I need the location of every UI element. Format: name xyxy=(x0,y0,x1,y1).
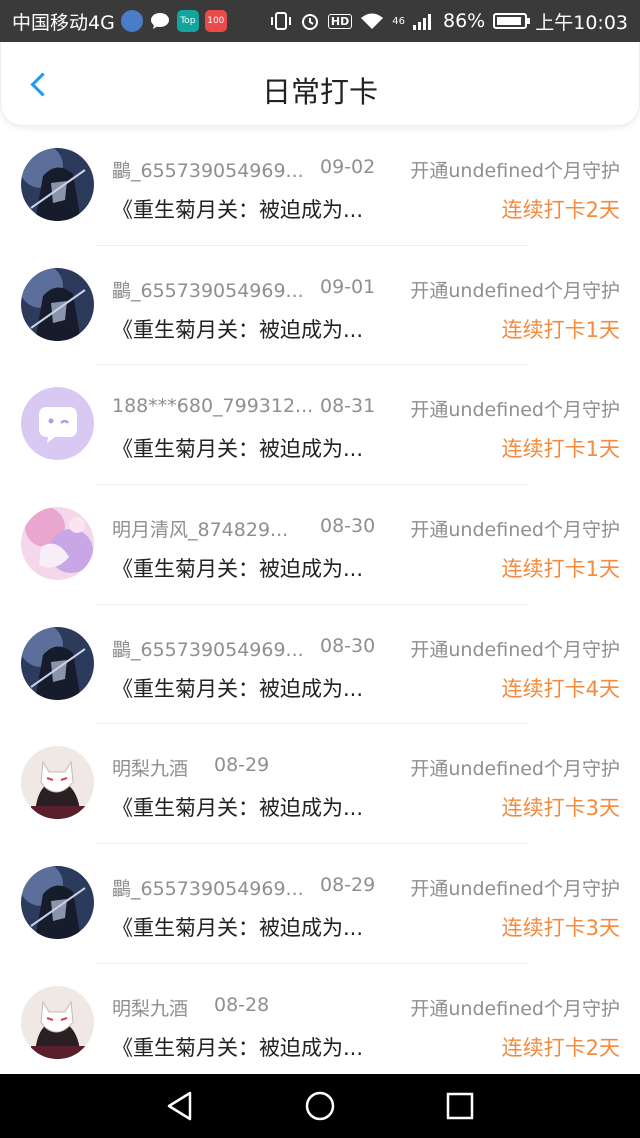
checkin-date: 08-30 xyxy=(320,634,376,657)
guard-status: 开通undefined个月守护 xyxy=(410,519,620,542)
nav-back-button[interactable] xyxy=(157,1083,203,1129)
list-item[interactable]: 明梨九酒 08-29 开通undefined个月守护 《重生菊月关：被迫成为..… xyxy=(0,724,640,845)
dark-anime-avatar[interactable] xyxy=(21,148,94,221)
hd-badge: HD xyxy=(327,13,353,29)
checkin-date: 08-29 xyxy=(214,754,270,777)
guard-status: 开通undefined个月守护 xyxy=(410,160,620,182)
network-type: 46 xyxy=(392,15,405,27)
carrier-label: 中国移动4G xyxy=(12,11,115,34)
page-title: 日常打卡 xyxy=(261,75,378,109)
user-name: 明月清风_874829... xyxy=(112,519,289,542)
book-title[interactable]: 《重生菊月关：被迫成为... xyxy=(112,1032,363,1062)
square-recents-icon xyxy=(446,1092,474,1120)
user-name: 鸓_655739054969... xyxy=(112,279,304,302)
signal-icon xyxy=(413,14,431,30)
circle-home-icon xyxy=(305,1091,335,1121)
nav-recents-button[interactable] xyxy=(437,1083,483,1129)
list-item[interactable]: 明梨九酒 08-28 开通undefined个月守护 《重生菊月关：被迫成为..… xyxy=(0,964,640,1074)
pink-anime-avatar[interactable] xyxy=(21,507,94,581)
wifi-icon xyxy=(361,13,384,29)
app-header: 日常打卡 xyxy=(0,42,640,126)
user-name: 鸓_655739054969... xyxy=(112,160,304,182)
book-title[interactable]: 《重生菊月关：被迫成为... xyxy=(112,912,363,942)
system-nav-bar xyxy=(0,1074,640,1138)
book-title[interactable]: 《重生菊月关：被迫成为... xyxy=(112,673,363,703)
checkin-list[interactable]: 鸓_655739054969... 09-02 开通undefined个月守护 … xyxy=(0,126,640,1074)
guard-status: 开通undefined个月守护 xyxy=(410,758,620,781)
book-title[interactable]: 《重生菊月关：被迫成为... xyxy=(112,553,363,583)
guard-status: 开通undefined个月守护 xyxy=(410,878,620,901)
book-title[interactable]: 《重生菊月关：被迫成为... xyxy=(112,194,363,224)
battery-percent: 86% xyxy=(443,10,486,32)
list-item[interactable]: 鸓_655739054969... 09-02 开通undefined个月守护 … xyxy=(0,126,640,246)
streak-label: 连续打卡2天 xyxy=(501,198,620,222)
browser-icon xyxy=(120,10,143,32)
book-title[interactable]: 《重生菊月关：被迫成为... xyxy=(112,792,363,822)
user-name: 188***680_799312... xyxy=(112,395,314,418)
status-left: 中国移动4G Top 100 xyxy=(12,8,227,35)
alarm-icon xyxy=(301,14,318,30)
checkin-date: 08-29 xyxy=(320,874,376,897)
user-name: 鸓_655739054969... xyxy=(112,638,304,661)
checkin-date: 09-02 xyxy=(320,156,376,178)
user-name: 明梨九酒 xyxy=(112,997,189,1020)
dark-anime-avatar[interactable] xyxy=(21,267,94,341)
checkin-date: 08-31 xyxy=(320,395,376,418)
fox-mask-avatar[interactable] xyxy=(21,985,94,1059)
top-app-icon: Top xyxy=(176,10,199,32)
status-right: HD 46 86% 上午10:03 xyxy=(270,8,628,35)
checkin-date: 09-01 xyxy=(320,275,376,298)
list-item[interactable]: 鸓_655739054969... 09-01 开通undefined个月守护 … xyxy=(0,246,640,366)
streak-label: 连续打卡2天 xyxy=(501,1035,620,1060)
dark-anime-avatar[interactable] xyxy=(21,626,94,700)
guard-status: 开通undefined个月守护 xyxy=(410,638,620,661)
streak-label: 连续打卡1天 xyxy=(501,317,620,342)
fox-mask-avatar[interactable] xyxy=(21,746,94,820)
chat-icon xyxy=(149,10,171,32)
list-item[interactable]: 鸓_655739054969... 08-29 开通undefined个月守护 … xyxy=(0,844,640,964)
battery-icon xyxy=(493,13,531,29)
chat-bubble-avatar[interactable] xyxy=(21,387,94,461)
guard-status: 开通undefined个月守护 xyxy=(410,997,620,1020)
user-name: 明梨九酒 xyxy=(112,758,189,781)
vibrate-icon xyxy=(270,12,291,30)
guard-status: 开通undefined个月守护 xyxy=(410,279,620,302)
streak-label: 连续打卡1天 xyxy=(501,557,620,582)
dark-anime-avatar[interactable] xyxy=(21,866,94,940)
score-app-icon: 100 xyxy=(204,10,227,32)
checkin-date: 08-28 xyxy=(214,993,270,1016)
status-bar: 中国移动4G Top 100 HD 46 86% 上午10:03 xyxy=(0,0,640,42)
list-item[interactable]: 鸓_655739054969... 08-30 开通undefined个月守护 … xyxy=(0,605,640,725)
triangle-back-icon xyxy=(167,1091,192,1121)
streak-label: 连续打卡3天 xyxy=(501,916,620,941)
list-item[interactable]: 188***680_799312... 08-31 开通undefined个月守… xyxy=(0,365,640,486)
checkin-date: 08-30 xyxy=(320,515,376,538)
guard-status: 开通undefined个月守护 xyxy=(410,399,620,422)
clock: 上午10:03 xyxy=(535,11,628,34)
nav-home-button[interactable] xyxy=(297,1083,343,1129)
streak-label: 连续打卡3天 xyxy=(501,796,620,821)
streak-label: 连续打卡1天 xyxy=(501,437,620,462)
list-item[interactable]: 明月清风_874829... 08-30 开通undefined个月守护 《重生… xyxy=(0,485,640,605)
streak-label: 连续打卡4天 xyxy=(501,676,620,701)
user-name: 鸓_655739054969... xyxy=(112,878,304,901)
book-title[interactable]: 《重生菊月关：被迫成为... xyxy=(112,314,363,344)
book-title[interactable]: 《重生菊月关：被迫成为... xyxy=(112,433,363,463)
